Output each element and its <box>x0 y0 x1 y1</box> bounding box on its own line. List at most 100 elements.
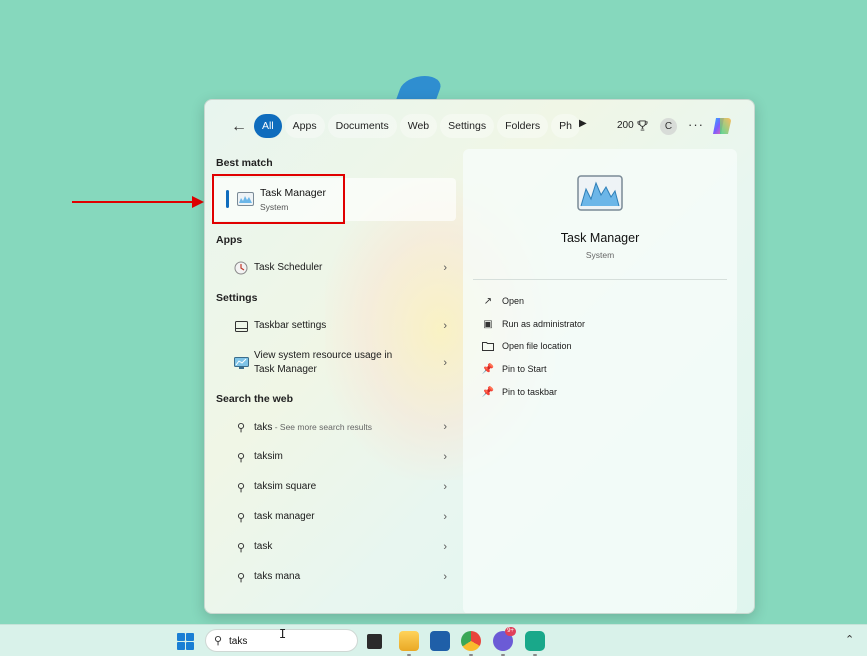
action-pin-to-taskbar[interactable]: 📌 Pin to taskbar <box>481 383 557 401</box>
web-result-label: taks - See more search results <box>254 420 372 435</box>
setting-result-system-resource[interactable]: View system resource usage in Task Manag… <box>225 348 447 378</box>
filter-apps[interactable]: Apps <box>284 114 325 138</box>
taskbar: ⚲ 9+ ⌃ <box>0 624 867 656</box>
chevron-right-icon: › <box>443 571 447 583</box>
best-match-title: Task Manager <box>260 187 326 199</box>
rewards-points-value: 200 <box>617 120 634 131</box>
pin-icon: 📌 <box>481 363 495 375</box>
web-result-4[interactable]: ⚲ task › <box>225 534 447 560</box>
filter-documents[interactable]: Documents <box>327 114 397 138</box>
monitor-icon <box>233 355 249 371</box>
web-result-3[interactable]: ⚲ task manager › <box>225 504 447 530</box>
preview-divider <box>473 279 727 280</box>
task-manager-icon <box>237 192 254 206</box>
account-avatar[interactable]: C <box>660 118 677 135</box>
selection-indicator <box>226 190 229 208</box>
best-match-task-manager[interactable]: Task Manager System <box>211 178 456 221</box>
section-search-web: Search the web <box>216 393 294 405</box>
chevron-right-icon: › <box>443 421 447 433</box>
messaging-app-icon[interactable] <box>525 631 545 651</box>
filter-all[interactable]: All <box>254 114 282 138</box>
preview-pane: Task Manager System ↗ Open ▣ Run as admi… <box>463 149 737 613</box>
more-options-icon[interactable]: ··· <box>688 117 704 132</box>
filter-web[interactable]: Web <box>399 114 438 138</box>
action-label: Pin to Start <box>502 364 547 374</box>
section-apps: Apps <box>216 234 243 246</box>
chevron-right-icon: › <box>443 511 447 523</box>
microsoft-store-icon[interactable] <box>430 631 450 651</box>
section-best-match: Best match <box>216 157 273 169</box>
preview-title: Task Manager <box>560 231 640 245</box>
app-result-task-scheduler[interactable]: Task Scheduler › <box>225 255 447 281</box>
web-result-label: taks mana <box>254 571 301 582</box>
chevron-right-icon: › <box>443 481 447 493</box>
text-cursor-icon: I <box>279 627 287 641</box>
filter-bar: ← All Apps Documents Web Settings Folder… <box>205 114 754 140</box>
chrome-icon[interactable] <box>461 631 481 651</box>
section-settings: Settings <box>216 292 258 304</box>
web-result-2[interactable]: ⚲ taksim square › <box>225 474 447 500</box>
web-result-label: task manager <box>254 511 315 522</box>
taskbar-settings-icon <box>233 318 249 334</box>
preview-subtitle: System <box>585 250 615 260</box>
web-result-5[interactable]: ⚲ taks mana › <box>225 564 447 590</box>
open-external-icon: ↗ <box>483 295 493 307</box>
web-result-label: taksim <box>254 451 283 462</box>
filter-folders[interactable]: Folders <box>497 114 549 138</box>
copilot-icon[interactable] <box>711 115 733 137</box>
pin-icon: 📌 <box>481 386 495 398</box>
search-icon: ⚲ <box>236 451 246 464</box>
setting-result-taskbar-settings[interactable]: Taskbar settings › <box>225 313 447 339</box>
rewards-points[interactable]: 200 <box>617 120 648 131</box>
setting-result-label-multiline: View system resource usage in Task Manag… <box>254 349 392 377</box>
back-arrow-icon[interactable]: ← <box>229 117 249 137</box>
filter-chips: All Apps Documents Web Settings Folders … <box>254 114 580 138</box>
task-manager-large-icon <box>577 175 623 211</box>
chevron-right-icon: › <box>443 320 447 332</box>
more-filters-play-icon[interactable]: ▶ <box>579 118 587 129</box>
search-panel: ← All Apps Documents Web Settings Folder… <box>204 99 755 614</box>
trophy-icon <box>637 120 648 131</box>
action-open-file-location[interactable]: Open file location <box>481 337 572 355</box>
filter-settings[interactable]: Settings <box>440 114 495 138</box>
shield-icon: ▣ <box>483 318 493 330</box>
action-run-as-admin[interactable]: ▣ Run as administrator <box>481 315 585 333</box>
task-view-icon[interactable] <box>367 634 382 649</box>
chevron-up-icon[interactable]: ⌃ <box>845 633 854 646</box>
web-result-1[interactable]: ⚲ taksim › <box>225 444 447 470</box>
file-explorer-icon[interactable] <box>399 631 419 651</box>
app-result-label: Task Scheduler <box>254 262 323 273</box>
taskbar-search-input[interactable] <box>229 633 349 649</box>
action-pin-to-start[interactable]: 📌 Pin to Start <box>481 360 547 378</box>
search-icon: ⚲ <box>236 481 246 494</box>
search-icon: ⚲ <box>236 421 246 434</box>
chevron-right-icon: › <box>443 451 447 463</box>
action-open[interactable]: ↗ Open <box>481 292 524 310</box>
search-icon: ⚲ <box>236 541 246 554</box>
search-icon: ⚲ <box>214 635 223 647</box>
action-label: Pin to taskbar <box>502 387 558 397</box>
web-result-suffix: - See more search results <box>272 421 373 432</box>
best-match-subtitle: System <box>260 202 289 212</box>
chevron-right-icon: › <box>443 541 447 553</box>
action-label: Open <box>502 296 525 306</box>
chevron-right-icon: › <box>443 357 447 369</box>
annotation-arrow-head <box>192 196 204 208</box>
annotation-arrow-line <box>72 201 194 203</box>
filter-photos[interactable]: Ph <box>551 114 580 138</box>
web-result-label: task <box>254 541 273 552</box>
chevron-right-icon: › <box>443 262 447 274</box>
clock-icon <box>233 260 249 276</box>
notification-badge: 9+ <box>505 627 516 636</box>
web-result-label: taksim square <box>254 481 317 492</box>
setting-result-line2: Task Manager <box>254 364 317 375</box>
web-result-0[interactable]: ⚲ taks - See more search results › <box>225 414 447 440</box>
search-icon: ⚲ <box>236 571 246 584</box>
folder-icon <box>481 339 495 353</box>
setting-result-label: Taskbar settings <box>254 320 327 331</box>
web-result-query: taks <box>254 421 273 433</box>
windows-start-icon[interactable] <box>177 633 194 650</box>
action-label: Run as administrator <box>502 319 586 329</box>
search-icon: ⚲ <box>236 511 246 524</box>
action-label: Open file location <box>502 341 572 351</box>
